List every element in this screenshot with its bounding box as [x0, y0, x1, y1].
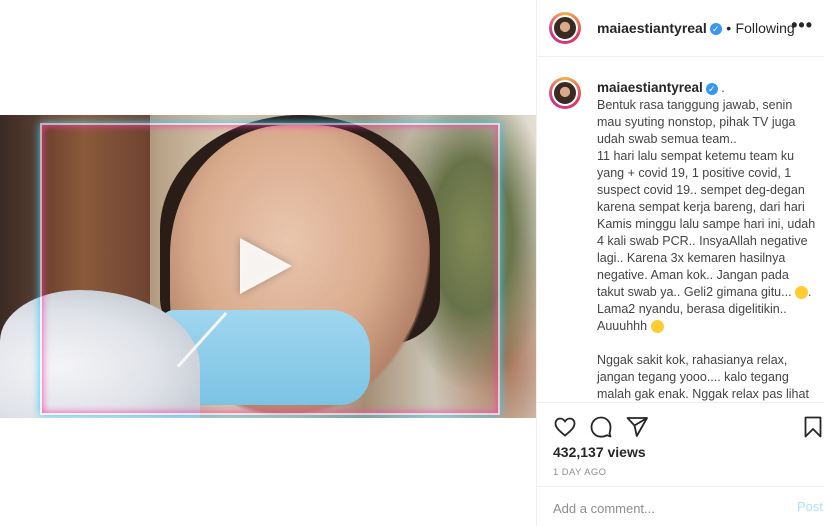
heart-icon[interactable]: [553, 415, 577, 439]
caption-body-3: Nggak sakit kok, rahasianya relax, janga…: [597, 353, 809, 401]
comment-box: Post: [537, 486, 824, 526]
header-user-line: maiaestiantyreal ✓ • Following: [597, 20, 795, 38]
caption-text: maiaestiantyreal ✓ . Bentuk rasa tanggung…: [597, 79, 817, 402]
caption-username[interactable]: maiaestiantyreal: [597, 80, 703, 95]
more-options-icon[interactable]: •••: [791, 16, 813, 34]
caption-verified-badge-icon: ✓: [705, 82, 718, 95]
caption-area: maiaestiantyreal ✓ . Bentuk rasa tanggung…: [537, 57, 824, 402]
laughing-emoji-icon: [795, 286, 809, 300]
post-timestamp[interactable]: 1 DAY AGO: [553, 467, 606, 478]
smiling-emoji-icon: [650, 320, 664, 334]
comment-input[interactable]: [551, 498, 765, 518]
view-count[interactable]: 432,137 views: [553, 444, 646, 460]
follow-status-button[interactable]: Following: [736, 20, 795, 36]
play-icon[interactable]: [240, 238, 292, 294]
post-side-panel: maiaestiantyreal ✓ • Following ••• maiaes…: [536, 0, 824, 526]
header-username[interactable]: maiaestiantyreal: [597, 20, 707, 36]
post-media: [0, 0, 536, 526]
header-separator: •: [726, 20, 732, 36]
post-comment-button[interactable]: Post: [797, 499, 823, 514]
comment-icon[interactable]: [589, 415, 613, 439]
caption-body-1: Bentuk rasa tanggung jawab, senin mau sy…: [597, 98, 816, 299]
bookmark-icon[interactable]: [803, 415, 823, 439]
caption-suffix: .: [721, 81, 725, 95]
share-icon[interactable]: [625, 415, 649, 439]
verified-badge-icon: ✓: [709, 22, 722, 35]
post-header: maiaestiantyreal ✓ • Following •••: [537, 0, 824, 57]
caption-avatar[interactable]: [549, 77, 581, 109]
avatar[interactable]: [549, 12, 581, 44]
